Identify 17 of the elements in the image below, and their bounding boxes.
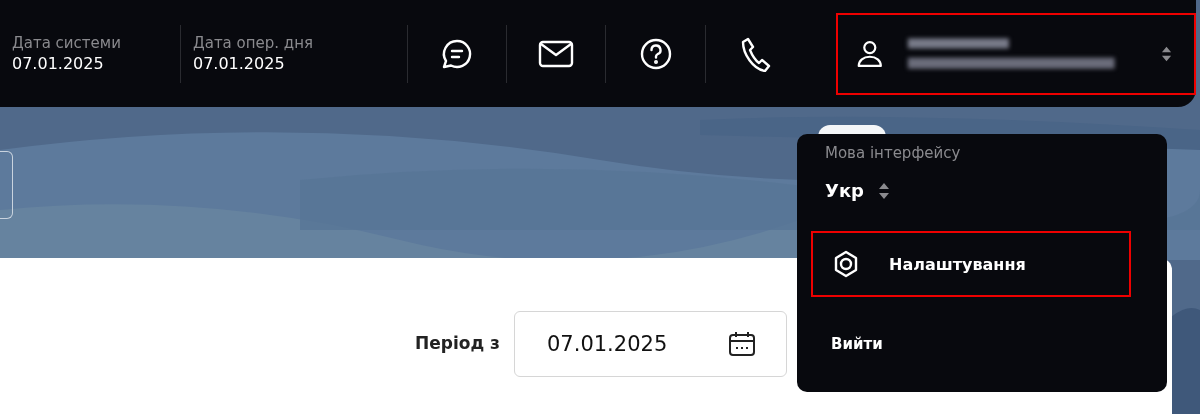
menu-item[interactable]: Вийти (811, 311, 1131, 377)
menu-item[interactable]: Налаштування (811, 231, 1131, 297)
date-label: Дата опер. дня (192, 34, 315, 52)
date-label: Дата системи (12, 34, 122, 52)
date-value: 07.01.2025 (12, 54, 105, 73)
date-field[interactable]: 07.01.2025 (514, 311, 787, 377)
card-outline (0, 150, 13, 219)
date-value: 07.01.2025 (192, 54, 286, 73)
language-select[interactable]: Укр (825, 180, 890, 201)
period-label: Період з (415, 333, 500, 355)
language-label: Мова інтерфейсу (825, 144, 961, 162)
mail-icon (538, 39, 575, 68)
sort-arrows-icon (1161, 44, 1172, 63)
sort-arrows-icon (878, 181, 890, 200)
user-menu-button[interactable] (836, 12, 1196, 95)
help-icon (638, 36, 673, 71)
calendar-icon (728, 331, 756, 357)
